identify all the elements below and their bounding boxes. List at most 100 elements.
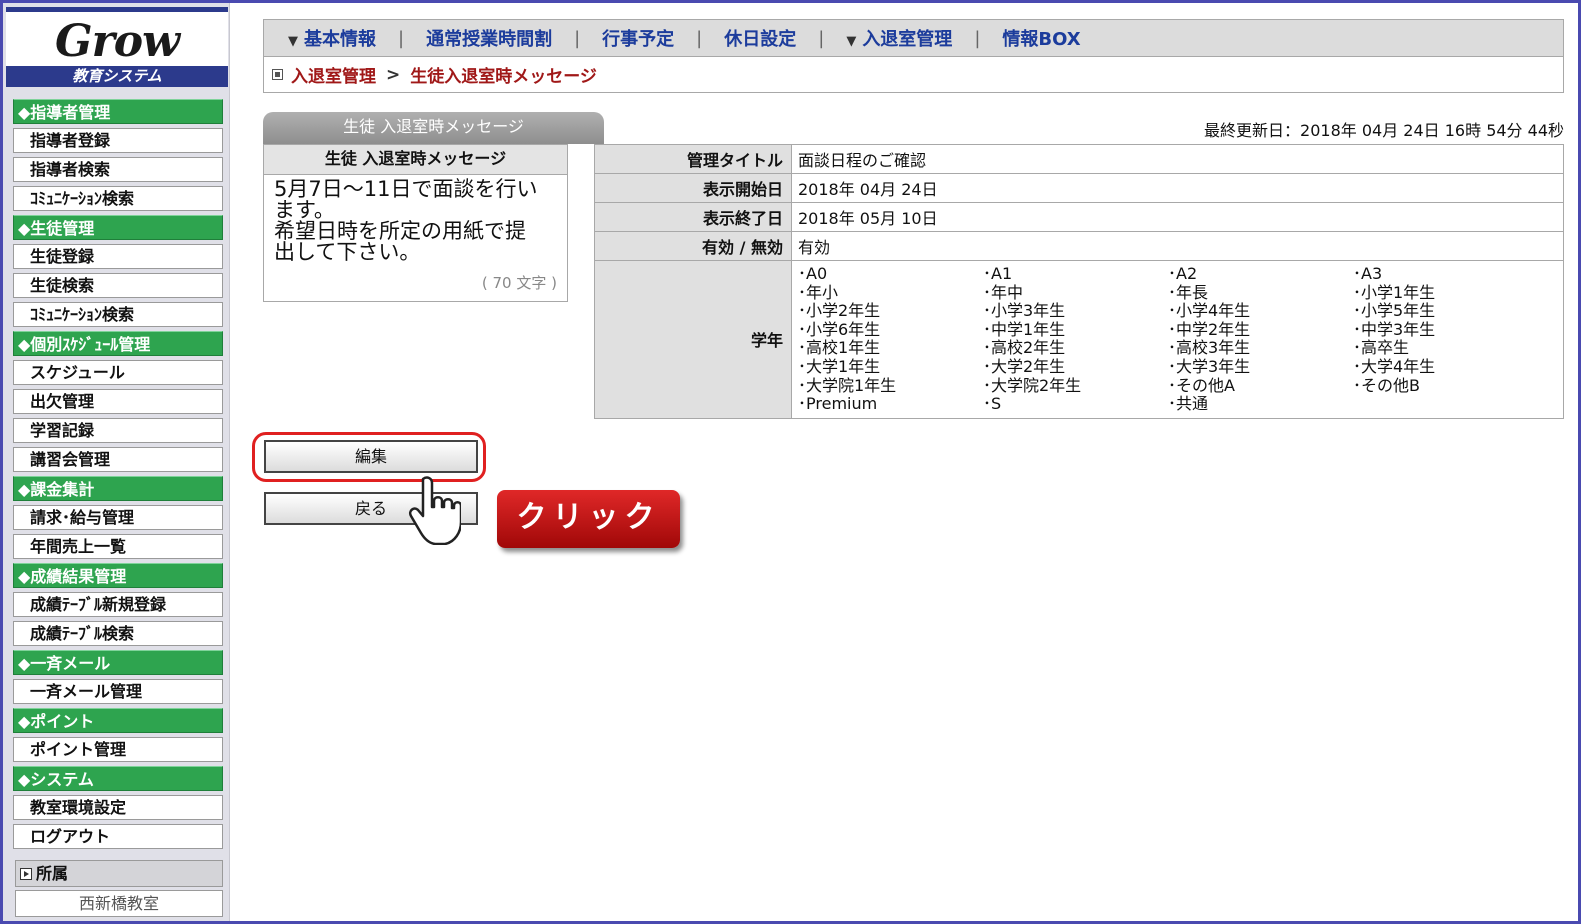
sidebar: Grow 教育システム ◆指導者管理 指導者登録指導者検索 ｺﾐｭﾆｹｰｼｮﾝ検索 ◆… — [3, 3, 230, 921]
top-nav-link-label: 行事予定 — [602, 29, 675, 50]
sidebar-section-header: ◆システム — [13, 766, 223, 791]
sidebar-item[interactable]: 年間売上一覧 — [13, 534, 223, 559]
char-count: ( 70 文字 ) — [481, 274, 557, 292]
message-line: 5月7日～11日で面談を行い — [274, 177, 538, 201]
logo[interactable]: Grow 教育システム — [6, 7, 228, 87]
top-nav-link[interactable]: 行事予定 — [602, 25, 674, 51]
grade-item: ･その他B — [1353, 375, 1420, 395]
panel-tab: 生徒 入退室時メッセージ — [263, 112, 604, 144]
table-row: 表示開始日 2018年 04月 24日 — [594, 173, 1564, 203]
grade-item: ･大学2年生 — [983, 356, 1066, 376]
affiliation-header[interactable]: 所属 — [15, 860, 223, 887]
message-line: 希望日時を所定の用紙で提 — [274, 219, 526, 243]
breadcrumb-current: 生徒入退室時メッセージ — [410, 67, 597, 87]
start-label: 表示開始日 — [594, 173, 792, 203]
edit-button[interactable]: 編集 — [264, 440, 478, 473]
grade-item: ･Premium — [798, 394, 878, 414]
sidebar-item[interactable]: 学習記録 — [13, 418, 223, 443]
sidebar-section-header: ◆一斉メール — [13, 650, 223, 675]
sidebar-item[interactable]: ｺﾐｭﾆｹｰｼｮﾝ検索 — [13, 186, 223, 211]
sidebar-item[interactable]: 出欠管理 — [13, 389, 223, 414]
logo-subtitle: 教育システム — [6, 66, 228, 87]
grade-item: ･中学2年生 — [1168, 319, 1251, 339]
grade-item: ･中学3年生 — [1353, 319, 1436, 339]
nav-separator: | — [574, 27, 581, 49]
sidebar-item[interactable]: 成績ﾃｰﾌﾞﾙ検索 — [13, 621, 223, 646]
table-row: 学年 ･A0 ･A1 ･A2 ･A3 ･年小 ･年中 ･年長 ･小学1年生 ･小学2年生 ･小学3… — [594, 260, 1564, 419]
table-row: 管理タイトル 面談日程のご確認 — [594, 144, 1564, 174]
top-nav-link-label: 基本情報 — [304, 29, 376, 50]
grade-item: ･高校2年生 — [983, 338, 1066, 358]
double-chevron-down-icon: ▼ — [288, 34, 298, 49]
message-line: 出して下さい。 — [274, 240, 421, 264]
hand-pointer-icon — [409, 476, 461, 545]
sidebar-section-header: ◆ポイント — [13, 708, 223, 733]
sidebar-nav: ◆指導者管理 指導者登録 指導者検索 ｺﾐｭﾆｹｰｼｮﾝ検索 ◆生徒管理 生徒登録 生徒検索… — [13, 99, 223, 853]
nav-separator: | — [818, 27, 825, 49]
sidebar-item[interactable]: 講習会管理 — [13, 447, 223, 472]
grade-item: ･小学6年生 — [798, 319, 881, 339]
table-row: 表示終了日 2018年 05月 10日 — [594, 202, 1564, 232]
sidebar-item[interactable]: ログアウト — [13, 824, 223, 849]
title-value: 面談日程のご確認 — [791, 144, 1564, 174]
sidebar-item[interactable]: ポイント管理 — [13, 737, 223, 762]
sidebar-item[interactable]: スケジュール — [13, 360, 223, 385]
last-updated: 最終更新日：2018年 04月 24日 16時 54分 44秒 — [1204, 121, 1564, 140]
message-body: 5月7日～11日で面談を行い ます。 希望日時を所定の用紙で提 出して下さい。 — [264, 175, 567, 275]
sidebar-item[interactable]: 指導者検索 — [13, 157, 223, 182]
breadcrumb-separator: > — [386, 64, 401, 85]
nav-separator: | — [398, 27, 405, 49]
top-nav-link-label: 入退室管理 — [862, 29, 953, 50]
breadcrumb: 入退室管理 > 生徒入退室時メッセージ — [263, 57, 1564, 93]
grade-item: ･A1 — [983, 264, 1013, 283]
grade-item: ･A3 — [1353, 264, 1383, 283]
grade-item: ･A0 — [798, 264, 828, 283]
double-chevron-down-icon: ▼ — [846, 34, 857, 49]
end-label: 表示終了日 — [594, 202, 792, 232]
square-bullet-icon — [272, 69, 283, 80]
sidebar-item[interactable]: 生徒登録 — [13, 244, 223, 269]
table-row: 有効 / 無効 有効 — [594, 231, 1564, 261]
grade-item: ･共通 — [1168, 394, 1209, 414]
sidebar-item[interactable]: 請求･給与管理 — [13, 505, 223, 530]
top-nav-link[interactable]: 情報BOX — [1002, 25, 1080, 51]
top-nav-link-label: 情報BOX — [1002, 29, 1081, 50]
click-callout: クリック — [497, 490, 680, 548]
valid-label: 有効 / 無効 — [594, 231, 792, 261]
logo-word: Grow — [55, 16, 180, 67]
grade-item: ･小学2年生 — [798, 301, 881, 321]
grade-cell: ･A0 ･A1 ･A2 ･A3 ･年小 ･年中 ･年長 ･小学1年生 ･小学2年生 ･小学3年生･… — [791, 260, 1564, 419]
grade-item: ･高卒生 — [1353, 338, 1410, 358]
affiliation-value: 西新橋教室 — [15, 890, 223, 917]
sidebar-section-header: ◆課金集計 — [13, 476, 223, 501]
grade-item: ･その他A — [1168, 375, 1235, 395]
message-box: 生徒 入退室時メッセージ 5月7日～11日で面談を行い ます。 希望日時を所定の… — [263, 144, 568, 302]
grade-item: ･A2 — [1168, 264, 1198, 283]
grade-item — [1353, 395, 1538, 414]
message-line: ます。 — [274, 198, 335, 222]
top-nav-link[interactable]: 休日設定 — [724, 25, 796, 51]
sidebar-item[interactable]: 一斉メール管理 — [13, 679, 223, 704]
grade-item: ･小学4年生 — [1168, 301, 1251, 321]
sidebar-section-header: ◆指導者管理 — [13, 99, 223, 124]
valid-value: 有効 — [791, 231, 1564, 261]
grade-item: ･小学3年生 — [983, 301, 1066, 321]
sidebar-item[interactable]: 生徒検索 — [13, 273, 223, 298]
grade-grid: ･A0 ･A1 ･A2 ･A3 ･年小 ･年中 ･年長 ･小学1年生 ･小学2年生 ･小学3年生･… — [798, 261, 1563, 418]
grade-item: ･年中 — [983, 282, 1024, 302]
breadcrumb-parent[interactable]: 入退室管理 — [291, 62, 376, 87]
sidebar-item[interactable]: 教室環境設定 — [13, 795, 223, 820]
sidebar-item[interactable]: 成績ﾃｰﾌﾞﾙ新規登録 — [13, 592, 223, 617]
sidebar-item[interactable]: 指導者登録 — [13, 128, 223, 153]
start-value: 2018年 04月 24日 — [791, 173, 1564, 203]
grade-item: ･小学1年生 — [1353, 282, 1436, 302]
message-header: 生徒 入退室時メッセージ — [264, 145, 567, 175]
affiliation-label: 所属 — [36, 864, 69, 883]
grade-item: ･大学3年生 — [1168, 356, 1251, 376]
top-nav-link[interactable]: ▼ 入退室管理 — [846, 25, 952, 51]
sidebar-item[interactable]: ｺﾐｭﾆｹｰｼｮﾝ検索 — [13, 302, 223, 327]
top-nav-link[interactable]: 通常授業時間割 — [426, 25, 552, 51]
top-nav-link[interactable]: ▼ 基本情報 — [288, 25, 376, 51]
sidebar-section-header: ◆個別ｽｹｼﾞｭｰﾙ管理 — [13, 331, 223, 356]
title-label: 管理タイトル — [594, 144, 792, 174]
